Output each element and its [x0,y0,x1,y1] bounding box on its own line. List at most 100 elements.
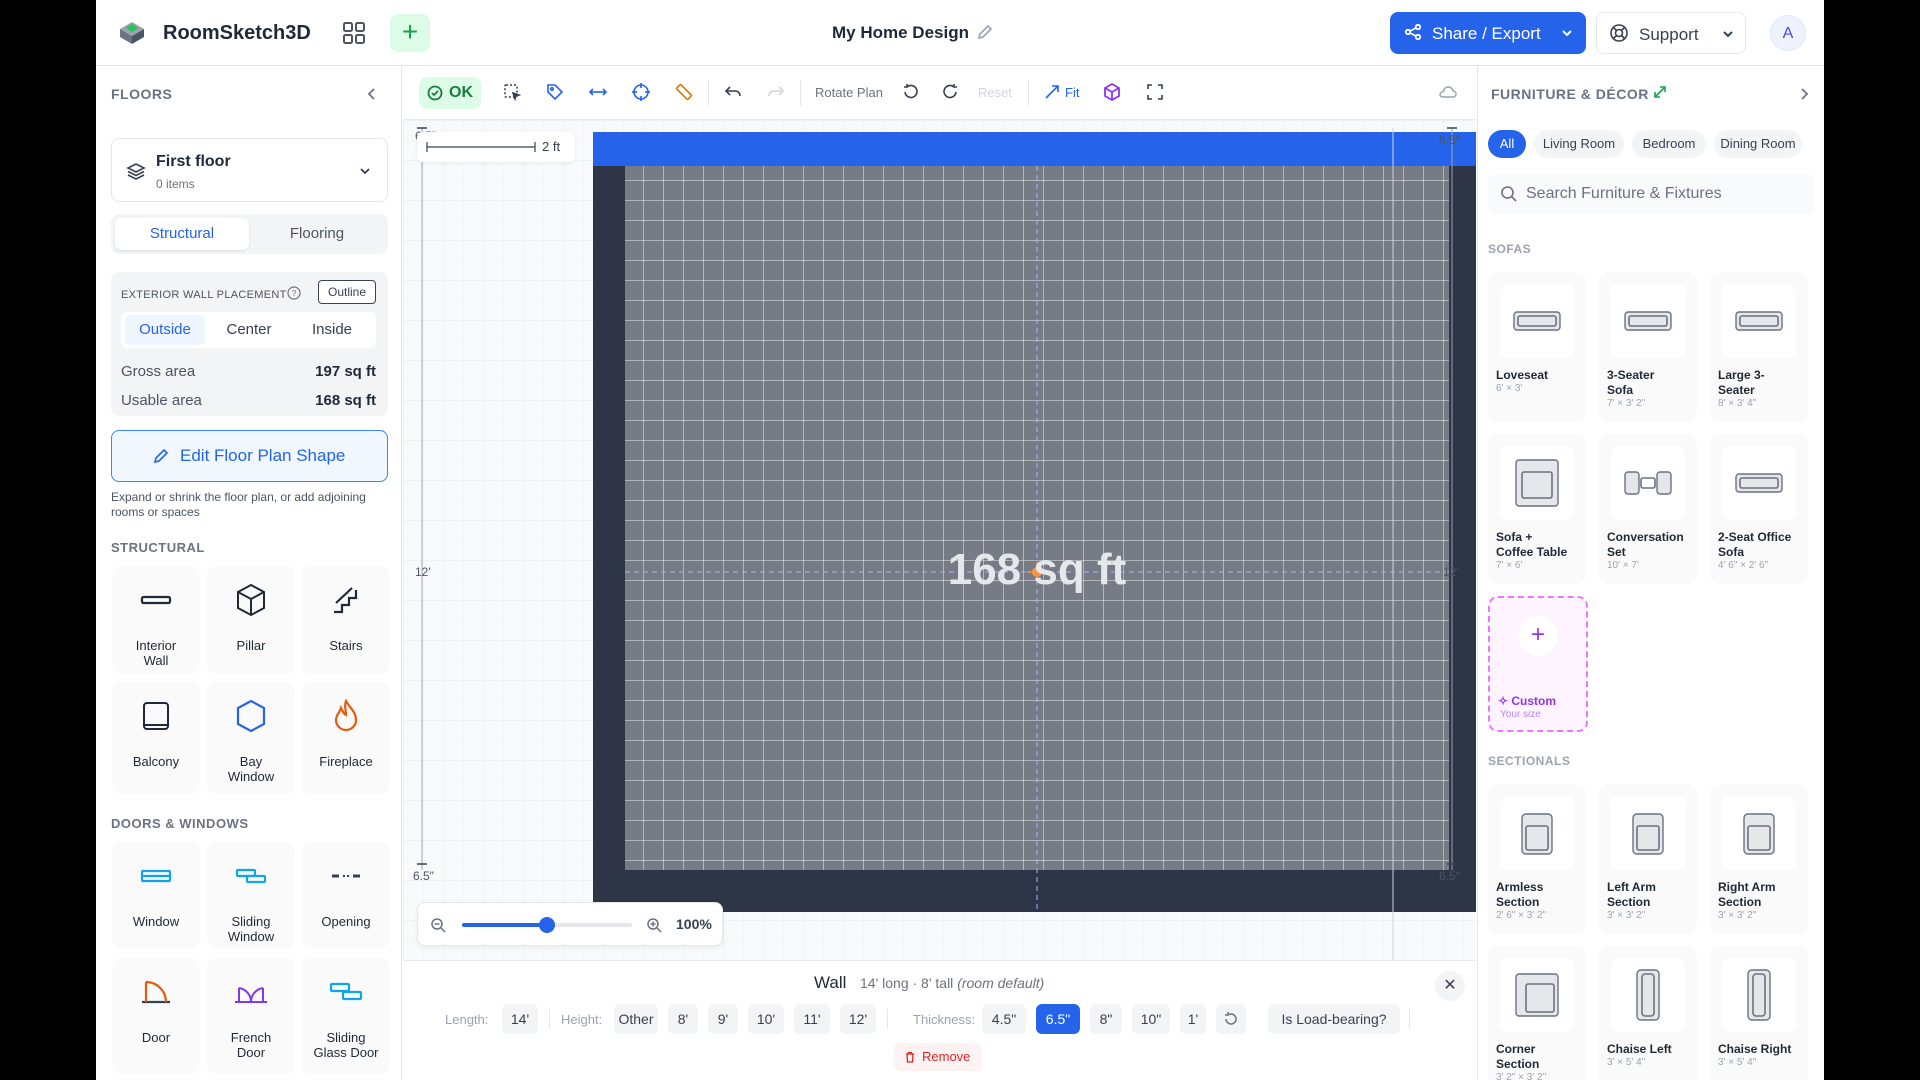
sofa-card[interactable]: Loveseat 6' × 3' [1488,272,1586,422]
placement-inside[interactable]: Inside [292,321,372,338]
placement-center[interactable]: Center [209,321,289,338]
tool-balcony[interactable]: Balcony [112,682,200,794]
sectional-card[interactable]: Corner Section 3' 2" × 3' 2" [1488,946,1586,1080]
help-icon[interactable]: ? [287,286,301,300]
selected-wall[interactable] [593,132,1476,166]
support-label: Support [1639,25,1699,44]
share-export-label: Share / Export [1432,24,1541,43]
ruler-icon[interactable] [674,82,694,102]
thickness-label: Thickness: [913,1012,976,1027]
rename-pencil-icon[interactable] [976,23,994,41]
custom-furniture-button[interactable]: + ✧ Custom Your size [1488,596,1588,732]
pencil-icon [153,448,169,464]
search-input[interactable] [1526,174,1806,214]
floor-selector[interactable]: First floor 0 items [111,138,388,202]
zoom-in-icon[interactable] [646,917,662,933]
tag-icon[interactable] [545,82,565,102]
category-living-room[interactable]: Living Room [1534,130,1624,158]
ok-button[interactable]: OK [419,77,481,109]
furniture-thumbnail [1500,958,1574,1032]
collapse-left-icon[interactable] [364,86,380,102]
cloud-save-icon[interactable] [1438,82,1458,102]
edit-floor-plan-button[interactable]: Edit Floor Plan Shape [111,430,388,482]
gross-area-label: Gross area [121,363,196,380]
user-avatar[interactable]: A [1770,15,1806,51]
thickness-option-1ft[interactable]: 1' [1180,1004,1206,1034]
custom-sub-label: Your size [1500,709,1541,720]
sectional-card[interactable]: Chaise Left 3' × 5' 4" [1599,946,1697,1080]
sectional-card[interactable]: Armless Section 2' 6" × 3' 2" [1488,784,1586,934]
sofa-card[interactable]: Large 3- Seater 8' × 3' 4" [1710,272,1808,422]
placement-outside[interactable]: Outside [125,315,205,345]
height-option-9[interactable]: 9' [708,1004,738,1034]
outline-toggle[interactable]: Outline [318,280,376,304]
3d-view-cube-icon[interactable] [1102,82,1122,102]
height-option-8[interactable]: 8' [668,1004,698,1034]
category-bedroom[interactable]: Bedroom [1632,130,1706,158]
height-option-10[interactable]: 10' [748,1004,784,1034]
fit-icon[interactable] [1042,82,1062,102]
load-bearing-button[interactable]: Is Load-bearing? [1268,1004,1400,1034]
remove-wall-button[interactable]: Remove [894,1043,982,1071]
length-value[interactable]: 14' [502,1004,538,1034]
undo-icon[interactable] [723,82,743,102]
floor-plan-drawing[interactable]: 168 sq ft 6.5" 6.5" 12' 12' 6.5" 6.5" [403,120,1476,960]
expand-panel-icon[interactable] [1652,84,1668,100]
tool-fireplace[interactable]: Fireplace [302,682,390,794]
tool-opening[interactable]: Opening [302,842,390,948]
zoom-slider-handle[interactable] [539,917,555,933]
collapse-right-icon[interactable] [1796,86,1812,102]
rotate-right-icon[interactable] [940,82,960,102]
tool-french-door[interactable]: French Door [207,958,295,1074]
fit-button[interactable]: Fit [1065,85,1079,100]
tool-sliding-glass-door[interactable]: Sliding Glass Door [302,958,390,1074]
tool-stairs[interactable]: Stairs [302,566,390,674]
tool-bay-window[interactable]: Bay Window [207,682,295,794]
height-option-12[interactable]: 12' [840,1004,876,1034]
height-option-other[interactable]: Other [614,1004,658,1034]
new-design-button[interactable]: + [390,14,430,52]
sofa-card[interactable]: Sofa + Coffee Table 7' × 6' [1488,434,1586,584]
tool-door[interactable]: Door [112,958,200,1074]
measure-arrows-icon[interactable] [588,82,608,102]
thickness-option-6-5[interactable]: 6.5" [1036,1004,1080,1034]
zoom-out-icon[interactable] [430,917,446,933]
tool-pillar[interactable]: Pillar [207,566,295,674]
tool-label: Window [227,769,275,784]
tool-sliding-window[interactable]: Sliding Window [207,842,295,948]
redo-icon[interactable] [766,82,786,102]
fullscreen-icon[interactable] [1145,82,1165,102]
category-dining-room[interactable]: Dining Room [1714,130,1802,158]
height-option-11[interactable]: 11' [794,1004,830,1034]
tool-interior-wall[interactable]: Interior Wall [112,566,200,674]
tool-window[interactable]: Window [112,842,200,948]
share-export-button[interactable]: Share / Export [1390,12,1586,54]
tab-structural[interactable]: Structural [115,218,249,250]
plus-icon: + [1518,616,1558,656]
floor-plan-canvas[interactable]: 168 sq ft 6.5" 6.5" 12' 12' 6.5" 6.5" 2 … [403,66,1476,960]
category-all[interactable]: All [1488,130,1526,158]
select-icon[interactable] [502,82,522,102]
sectional-card[interactable]: Chaise Right 3' × 5' 4" [1710,946,1808,1080]
dashboard-grid-icon[interactable] [341,20,367,46]
zoom-track[interactable] [462,917,632,933]
tab-flooring[interactable]: Flooring [250,218,384,250]
sofa-card[interactable]: Conversation Set 10' × 7' [1599,434,1697,584]
document-title[interactable]: My Home Design [832,23,969,43]
close-panel-button[interactable]: ✕ [1435,971,1465,1001]
crosshair-icon[interactable] [631,82,651,102]
edit-floor-plan-hint: Expand or shrink the floor plan, or add … [111,490,366,519]
thickness-option-10[interactable]: 10" [1132,1004,1170,1034]
sectional-card[interactable]: Right Arm Section 3' × 3' 2" [1710,784,1808,934]
thickness-option-8[interactable]: 8" [1090,1004,1122,1034]
sofa-card[interactable]: 2-Seat Office Sofa 4' 6" × 2' 6" [1710,434,1808,584]
sectional-card[interactable]: Left Arm Section 3' × 3' 2" [1599,784,1697,934]
support-button[interactable]: Support [1596,12,1746,54]
thickness-option-4-5[interactable]: 4.5" [982,1004,1026,1034]
floor-name: First floor [156,153,231,170]
reset-button[interactable]: Reset [978,85,1012,100]
reset-thickness-button[interactable] [1216,1004,1246,1034]
rotate-left-icon[interactable] [901,82,921,102]
sofa-card[interactable]: 3-Seater Sofa 7' × 3' 2" [1599,272,1697,422]
check-circle-icon [427,85,443,101]
